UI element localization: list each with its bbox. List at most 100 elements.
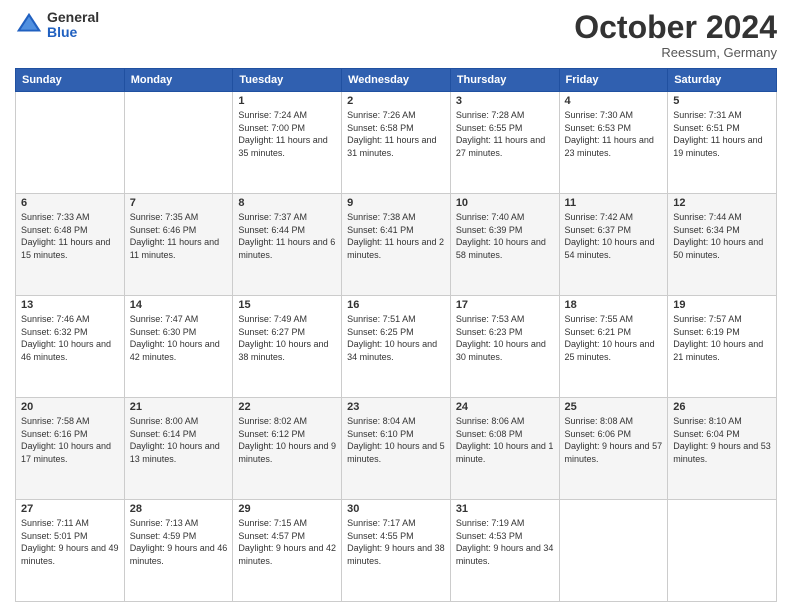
table-cell: 18 Sunrise: 7:55 AMSunset: 6:21 PMDaylig… bbox=[559, 296, 668, 398]
table-cell: 8 Sunrise: 7:37 AMSunset: 6:44 PMDayligh… bbox=[233, 194, 342, 296]
table-cell bbox=[124, 92, 233, 194]
header-saturday: Saturday bbox=[668, 69, 777, 92]
day-header-row: Sunday Monday Tuesday Wednesday Thursday… bbox=[16, 69, 777, 92]
day-number: 14 bbox=[130, 299, 228, 311]
logo-blue: Blue bbox=[47, 25, 99, 40]
table-cell: 31 Sunrise: 7:19 AMSunset: 4:53 PMDaylig… bbox=[450, 500, 559, 602]
day-info: Sunrise: 7:30 AMSunset: 6:53 PMDaylight:… bbox=[565, 109, 663, 159]
day-info: Sunrise: 7:13 AMSunset: 4:59 PMDaylight:… bbox=[130, 517, 228, 567]
day-info: Sunrise: 7:40 AMSunset: 6:39 PMDaylight:… bbox=[456, 211, 554, 261]
day-info: Sunrise: 7:53 AMSunset: 6:23 PMDaylight:… bbox=[456, 313, 554, 363]
day-number: 16 bbox=[347, 299, 445, 311]
day-info: Sunrise: 7:55 AMSunset: 6:21 PMDaylight:… bbox=[565, 313, 663, 363]
table-cell: 9 Sunrise: 7:38 AMSunset: 6:41 PMDayligh… bbox=[342, 194, 451, 296]
table-cell: 25 Sunrise: 8:08 AMSunset: 6:06 PMDaylig… bbox=[559, 398, 668, 500]
week-row-5: 27 Sunrise: 7:11 AMSunset: 5:01 PMDaylig… bbox=[16, 500, 777, 602]
day-info: Sunrise: 7:19 AMSunset: 4:53 PMDaylight:… bbox=[456, 517, 554, 567]
table-cell: 28 Sunrise: 7:13 AMSunset: 4:59 PMDaylig… bbox=[124, 500, 233, 602]
title-block: October 2024 Reessum, Germany bbox=[574, 10, 777, 60]
week-row-2: 6 Sunrise: 7:33 AMSunset: 6:48 PMDayligh… bbox=[16, 194, 777, 296]
week-row-3: 13 Sunrise: 7:46 AMSunset: 6:32 PMDaylig… bbox=[16, 296, 777, 398]
table-cell: 19 Sunrise: 7:57 AMSunset: 6:19 PMDaylig… bbox=[668, 296, 777, 398]
day-info: Sunrise: 7:46 AMSunset: 6:32 PMDaylight:… bbox=[21, 313, 119, 363]
table-cell: 23 Sunrise: 8:04 AMSunset: 6:10 PMDaylig… bbox=[342, 398, 451, 500]
header: General Blue October 2024 Reessum, Germa… bbox=[15, 10, 777, 60]
day-number: 9 bbox=[347, 197, 445, 209]
day-info: Sunrise: 7:38 AMSunset: 6:41 PMDaylight:… bbox=[347, 211, 445, 261]
day-number: 30 bbox=[347, 503, 445, 515]
day-info: Sunrise: 7:24 AMSunset: 7:00 PMDaylight:… bbox=[238, 109, 336, 159]
table-cell: 11 Sunrise: 7:42 AMSunset: 6:37 PMDaylig… bbox=[559, 194, 668, 296]
day-info: Sunrise: 7:37 AMSunset: 6:44 PMDaylight:… bbox=[238, 211, 336, 261]
table-cell: 1 Sunrise: 7:24 AMSunset: 7:00 PMDayligh… bbox=[233, 92, 342, 194]
header-thursday: Thursday bbox=[450, 69, 559, 92]
table-cell: 27 Sunrise: 7:11 AMSunset: 5:01 PMDaylig… bbox=[16, 500, 125, 602]
table-cell: 20 Sunrise: 7:58 AMSunset: 6:16 PMDaylig… bbox=[16, 398, 125, 500]
day-number: 24 bbox=[456, 401, 554, 413]
day-info: Sunrise: 8:02 AMSunset: 6:12 PMDaylight:… bbox=[238, 415, 336, 465]
day-info: Sunrise: 7:11 AMSunset: 5:01 PMDaylight:… bbox=[21, 517, 119, 567]
day-number: 18 bbox=[565, 299, 663, 311]
table-cell: 21 Sunrise: 8:00 AMSunset: 6:14 PMDaylig… bbox=[124, 398, 233, 500]
day-info: Sunrise: 7:33 AMSunset: 6:48 PMDaylight:… bbox=[21, 211, 119, 261]
day-info: Sunrise: 7:42 AMSunset: 6:37 PMDaylight:… bbox=[565, 211, 663, 261]
day-number: 3 bbox=[456, 95, 554, 107]
table-cell: 17 Sunrise: 7:53 AMSunset: 6:23 PMDaylig… bbox=[450, 296, 559, 398]
table-cell: 16 Sunrise: 7:51 AMSunset: 6:25 PMDaylig… bbox=[342, 296, 451, 398]
day-info: Sunrise: 7:26 AMSunset: 6:58 PMDaylight:… bbox=[347, 109, 445, 159]
day-number: 23 bbox=[347, 401, 445, 413]
day-info: Sunrise: 7:17 AMSunset: 4:55 PMDaylight:… bbox=[347, 517, 445, 567]
header-tuesday: Tuesday bbox=[233, 69, 342, 92]
day-info: Sunrise: 7:15 AMSunset: 4:57 PMDaylight:… bbox=[238, 517, 336, 567]
day-number: 29 bbox=[238, 503, 336, 515]
day-info: Sunrise: 7:58 AMSunset: 6:16 PMDaylight:… bbox=[21, 415, 119, 465]
day-info: Sunrise: 8:00 AMSunset: 6:14 PMDaylight:… bbox=[130, 415, 228, 465]
table-cell: 22 Sunrise: 8:02 AMSunset: 6:12 PMDaylig… bbox=[233, 398, 342, 500]
day-number: 1 bbox=[238, 95, 336, 107]
day-number: 15 bbox=[238, 299, 336, 311]
day-info: Sunrise: 7:28 AMSunset: 6:55 PMDaylight:… bbox=[456, 109, 554, 159]
day-info: Sunrise: 7:51 AMSunset: 6:25 PMDaylight:… bbox=[347, 313, 445, 363]
day-number: 4 bbox=[565, 95, 663, 107]
day-info: Sunrise: 8:06 AMSunset: 6:08 PMDaylight:… bbox=[456, 415, 554, 465]
table-cell: 26 Sunrise: 8:10 AMSunset: 6:04 PMDaylig… bbox=[668, 398, 777, 500]
table-cell: 2 Sunrise: 7:26 AMSunset: 6:58 PMDayligh… bbox=[342, 92, 451, 194]
week-row-4: 20 Sunrise: 7:58 AMSunset: 6:16 PMDaylig… bbox=[16, 398, 777, 500]
day-number: 11 bbox=[565, 197, 663, 209]
day-number: 27 bbox=[21, 503, 119, 515]
header-wednesday: Wednesday bbox=[342, 69, 451, 92]
week-row-1: 1 Sunrise: 7:24 AMSunset: 7:00 PMDayligh… bbox=[16, 92, 777, 194]
day-info: Sunrise: 7:44 AMSunset: 6:34 PMDaylight:… bbox=[673, 211, 771, 261]
day-info: Sunrise: 7:57 AMSunset: 6:19 PMDaylight:… bbox=[673, 313, 771, 363]
page: General Blue October 2024 Reessum, Germa… bbox=[0, 0, 792, 612]
table-cell: 12 Sunrise: 7:44 AMSunset: 6:34 PMDaylig… bbox=[668, 194, 777, 296]
table-cell: 13 Sunrise: 7:46 AMSunset: 6:32 PMDaylig… bbox=[16, 296, 125, 398]
day-number: 13 bbox=[21, 299, 119, 311]
day-info: Sunrise: 8:04 AMSunset: 6:10 PMDaylight:… bbox=[347, 415, 445, 465]
day-number: 21 bbox=[130, 401, 228, 413]
day-number: 22 bbox=[238, 401, 336, 413]
day-number: 5 bbox=[673, 95, 771, 107]
logo-text: General Blue bbox=[47, 10, 99, 41]
day-info: Sunrise: 7:49 AMSunset: 6:27 PMDaylight:… bbox=[238, 313, 336, 363]
day-info: Sunrise: 8:08 AMSunset: 6:06 PMDaylight:… bbox=[565, 415, 663, 465]
day-number: 6 bbox=[21, 197, 119, 209]
header-sunday: Sunday bbox=[16, 69, 125, 92]
day-number: 31 bbox=[456, 503, 554, 515]
month-title: October 2024 bbox=[574, 10, 777, 45]
day-number: 26 bbox=[673, 401, 771, 413]
table-cell: 14 Sunrise: 7:47 AMSunset: 6:30 PMDaylig… bbox=[124, 296, 233, 398]
day-info: Sunrise: 7:47 AMSunset: 6:30 PMDaylight:… bbox=[130, 313, 228, 363]
day-number: 20 bbox=[21, 401, 119, 413]
table-cell: 3 Sunrise: 7:28 AMSunset: 6:55 PMDayligh… bbox=[450, 92, 559, 194]
day-number: 7 bbox=[130, 197, 228, 209]
table-cell: 15 Sunrise: 7:49 AMSunset: 6:27 PMDaylig… bbox=[233, 296, 342, 398]
day-info: Sunrise: 7:35 AMSunset: 6:46 PMDaylight:… bbox=[130, 211, 228, 261]
table-cell bbox=[16, 92, 125, 194]
table-cell: 5 Sunrise: 7:31 AMSunset: 6:51 PMDayligh… bbox=[668, 92, 777, 194]
logo-icon bbox=[15, 11, 43, 39]
table-cell: 10 Sunrise: 7:40 AMSunset: 6:39 PMDaylig… bbox=[450, 194, 559, 296]
table-cell: 7 Sunrise: 7:35 AMSunset: 6:46 PMDayligh… bbox=[124, 194, 233, 296]
day-number: 19 bbox=[673, 299, 771, 311]
day-number: 2 bbox=[347, 95, 445, 107]
